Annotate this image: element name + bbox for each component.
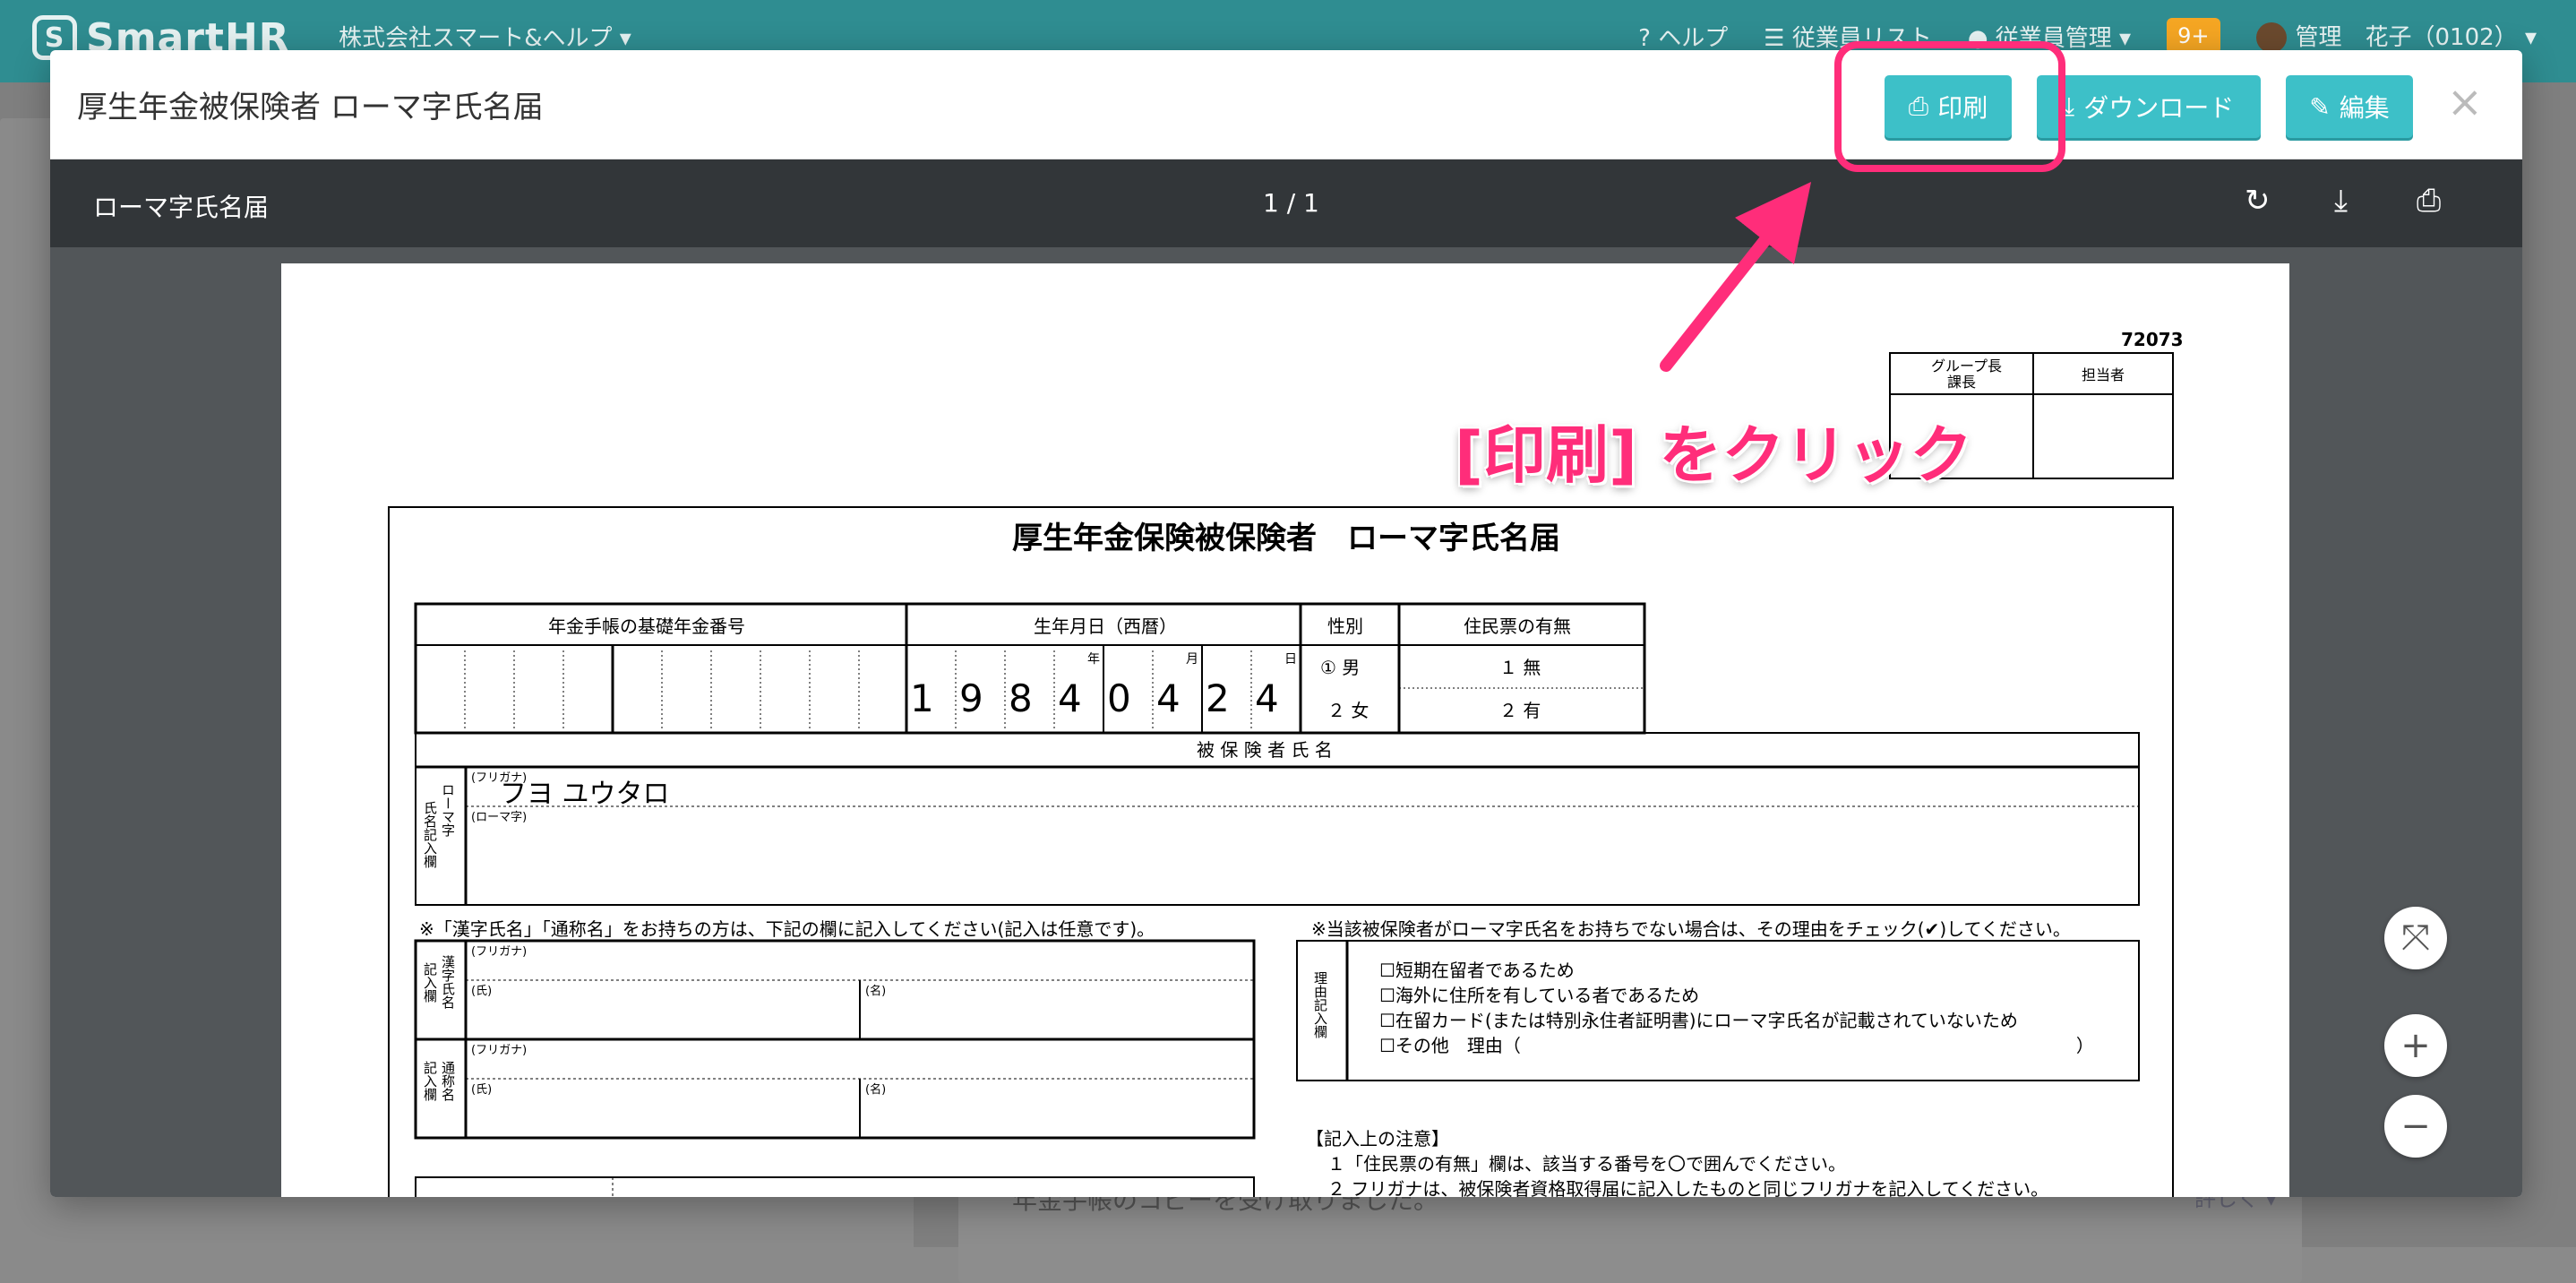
- annotation-callout: [印刷] をクリック: [1455, 418, 1973, 492]
- annotation-arrow-icon: [1660, 182, 1812, 372]
